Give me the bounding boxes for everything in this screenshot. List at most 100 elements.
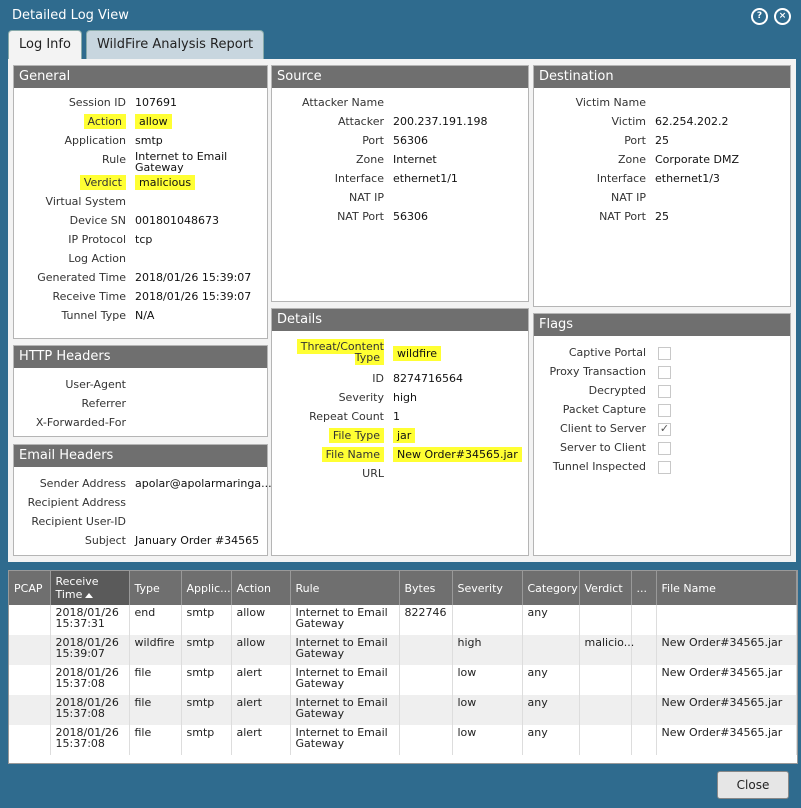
- column-header-verdict[interactable]: Verdict: [579, 571, 632, 605]
- column-header-severity[interactable]: Severity: [452, 571, 523, 605]
- email-label-recipient-user-id: Recipient User-ID: [31, 515, 126, 528]
- tab-bar: Log Info WildFire Analysis Report: [8, 30, 265, 60]
- column-header-rule[interactable]: Rule: [290, 571, 400, 605]
- table-cell-pcap: [9, 635, 51, 665]
- checkbox-proxy-transaction[interactable]: [658, 366, 671, 379]
- source-row-attacker: Attacker 200.237.191.198: [272, 115, 528, 132]
- column-header-category[interactable]: Category: [522, 571, 580, 605]
- column-header-bytes[interactable]: Bytes: [399, 571, 453, 605]
- close-button[interactable]: Close: [717, 771, 789, 799]
- table-cell-bytes: [399, 665, 453, 695]
- general-header: General: [14, 66, 267, 88]
- http-row-x-forwarded-for: X-Forwarded-For: [14, 416, 267, 433]
- email-row-recipient-user-id: Recipient User-ID: [14, 515, 267, 532]
- destination-row-victim: Victim 62.254.202.2: [534, 115, 790, 132]
- table-cell-pcap: [9, 665, 51, 695]
- email-value-subject: January Order #34565: [135, 534, 260, 547]
- flags-row-decrypted: Decrypted: [534, 384, 790, 401]
- column-header-more[interactable]: ...: [631, 571, 657, 605]
- table-cell-type: wildfire: [129, 635, 182, 665]
- destination-value-interface: ethernet1/3: [655, 172, 720, 185]
- email-label-subject: Subject: [84, 534, 126, 547]
- table-cell-applic: smtp: [181, 695, 232, 725]
- details-value-highlight: wildfire: [393, 346, 442, 361]
- general-value-rule: Internet to Email Gateway: [135, 150, 228, 174]
- general-value-session-id: 107691: [135, 96, 177, 109]
- details-value-file-type: jar: [393, 428, 524, 443]
- table-row[interactable]: 2018/01/26 15:37:08 file smtp alert Internet…: [9, 665, 797, 695]
- details-label-highlight: File Type: [328, 428, 384, 443]
- column-header-receive-time[interactable]: Receive Time: [50, 571, 130, 605]
- table-cell-verdict: [579, 725, 632, 755]
- column-header-type[interactable]: Type: [129, 571, 182, 605]
- column-header-applic[interactable]: Applic...: [181, 571, 232, 605]
- table-row[interactable]: 2018/01/26 15:37:31 end smtp allow Internet …: [9, 605, 797, 635]
- details-value-highlight: jar: [393, 428, 416, 443]
- destination-panel: Destination Victim Name Victim 62.254.202.…: [533, 65, 791, 307]
- source-row-attacker-name: Attacker Name: [272, 96, 528, 113]
- flags-label-captive-portal: Captive Portal: [568, 346, 646, 359]
- http-row-user-agent: User-Agent: [14, 378, 267, 395]
- details-row-repeat-count: Repeat Count 1: [272, 410, 528, 427]
- source-value-nat-port: 56306: [393, 210, 428, 223]
- general-row-log-action: Log Action: [14, 252, 267, 269]
- table-cell-action: alert: [231, 695, 291, 725]
- table-row[interactable]: 2018/01/26 15:37:08 file smtp alert Internet…: [9, 695, 797, 725]
- checkbox-captive-portal[interactable]: [658, 347, 671, 360]
- table-cell-applic: smtp: [181, 605, 232, 635]
- table-cell-applic: smtp: [181, 725, 232, 755]
- destination-row-zone: Zone Corporate DMZ: [534, 153, 790, 170]
- destination-label-victim-name: Victim Name: [575, 96, 646, 109]
- tab-log-info[interactable]: Log Info: [8, 30, 82, 59]
- table-cell-file-name: New Order#34565.jar: [656, 725, 797, 755]
- flags-header: Flags: [534, 314, 790, 336]
- general-row-session-id: Session ID 107691: [14, 96, 267, 113]
- table-row[interactable]: 2018/01/26 15:39:07 wildfire smtp allow Inte…: [9, 635, 797, 665]
- http-label-x-forwarded-for: X-Forwarded-For: [35, 416, 126, 429]
- details-row-file-type: File Type jar: [272, 428, 528, 446]
- details-value-file-name: New Order#34565.jar: [393, 447, 524, 462]
- general-value-receive-time: 2018/01/26 15:39:07: [135, 290, 252, 303]
- table-cell-file-name: New Order#34565.jar: [656, 695, 797, 725]
- table-cell-receive-time: 2018/01/26 15:37:08: [50, 695, 130, 725]
- checkbox-tunnel-inspected[interactable]: [658, 461, 671, 474]
- table-cell-category: [522, 635, 580, 665]
- table-cell-more: [631, 695, 657, 725]
- checkbox-decrypted[interactable]: [658, 385, 671, 398]
- table-cell-receive-time: 2018/01/26 15:37:08: [50, 665, 130, 695]
- destination-label-victim: Victim: [611, 115, 646, 128]
- table-row[interactable]: 2018/01/26 15:37:08 file smtp alert Internet…: [9, 725, 797, 755]
- source-row-port: Port 56306: [272, 134, 528, 151]
- close-window-icon[interactable]: ×: [774, 8, 791, 25]
- table-cell-receive-time: 2018/01/26 15:37:31: [50, 605, 130, 635]
- table-cell-receive-time: 2018/01/26 15:39:07: [50, 635, 130, 665]
- table-cell-file-name: [656, 605, 797, 635]
- email-row-subject: Subject January Order #34565: [14, 534, 267, 551]
- general-row-generated-time: Generated Time 2018/01/26 15:39:07: [14, 271, 267, 288]
- column-header-action[interactable]: Action: [231, 571, 291, 605]
- checkbox-packet-capture[interactable]: [658, 404, 671, 417]
- flags-row-captive-portal: Captive Portal: [534, 346, 790, 363]
- log-info-content: General Session ID 107691 Action allow Appli…: [8, 59, 796, 562]
- general-row-rule: Rule Internet to Email Gateway: [14, 150, 267, 174]
- table-cell-category: any: [522, 605, 580, 635]
- column-header-file-name[interactable]: File Name: [656, 571, 797, 605]
- source-header: Source: [272, 66, 528, 88]
- help-icon[interactable]: ?: [751, 8, 768, 25]
- table-cell-severity: [452, 605, 523, 635]
- destination-value-nat-port: 25: [655, 210, 669, 223]
- checkbox-client-to-server[interactable]: ✓: [658, 423, 671, 436]
- column-header-pcap[interactable]: PCAP: [9, 571, 51, 605]
- tab-wildfire-report[interactable]: WildFire Analysis Report: [85, 30, 265, 59]
- details-row-severity: Severity high: [272, 391, 528, 408]
- details-value-threat-content-type: wildfire: [393, 346, 524, 361]
- table-cell-bytes: [399, 695, 453, 725]
- column-header-label: Verdict: [584, 581, 623, 595]
- table-cell-verdict: malicio...: [579, 635, 634, 665]
- http-label-user-agent: User-Agent: [65, 378, 126, 391]
- flags-row-packet-capture: Packet Capture: [534, 403, 790, 420]
- checkbox-server-to-client[interactable]: [658, 442, 671, 455]
- column-header-label: Category: [527, 581, 578, 595]
- destination-value-port: 25: [655, 134, 669, 147]
- source-label-attacker: Attacker: [337, 115, 384, 128]
